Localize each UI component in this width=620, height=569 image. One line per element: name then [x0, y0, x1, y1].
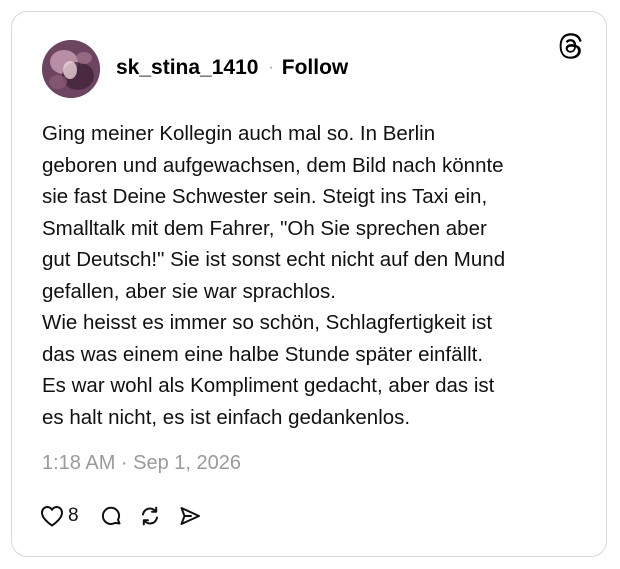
send-icon [180, 507, 200, 525]
username[interactable]: sk_stina_1410 [116, 56, 258, 80]
heart-icon [41, 506, 63, 527]
like-count: 8 [68, 505, 79, 526]
follow-button[interactable]: Follow [282, 56, 349, 80]
repost-icon [141, 506, 158, 526]
threads-logo-icon[interactable] [558, 32, 586, 60]
reply-button[interactable] [99, 504, 123, 528]
like-button[interactable]: 8 [40, 505, 79, 527]
threads-post-card: sk_stina_1410 · Follow Ging meiner Kolle… [11, 11, 607, 557]
avatar-image [42, 40, 100, 98]
header-separator: · [268, 59, 274, 76]
post-body-text: Ging meiner Kollegin auch mal so. In Ber… [42, 122, 506, 429]
post-timestamp[interactable]: 1:18 AM · Sep 1, 2026 [42, 452, 241, 475]
post-actions: 8 [40, 503, 202, 529]
repost-button[interactable] [138, 504, 162, 528]
comment-icon [101, 506, 121, 525]
share-button[interactable] [178, 504, 202, 528]
post-header: sk_stina_1410 · Follow [116, 56, 348, 80]
avatar[interactable] [42, 40, 100, 98]
